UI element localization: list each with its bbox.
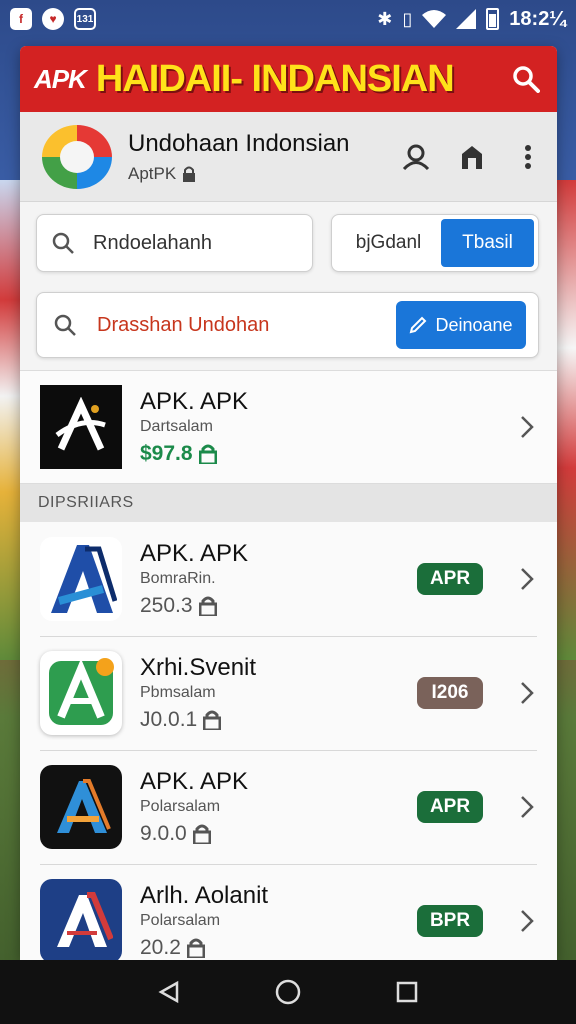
vibrate-icon: ▯ [402,8,413,29]
filter-action-label: Deinoane [435,314,513,335]
status-bar: f ♥ 131 ✱ ▯ 18:2¼ [0,0,576,38]
segment-left[interactable]: bjGdanl [336,232,441,254]
facebook-icon: f [10,8,32,30]
banner-title: HAIDAII- INDANSIAN [95,57,455,100]
notification-icon: ♥ [42,8,64,30]
app-icon [40,765,122,849]
header-subtitle-text: AptPK [128,163,177,183]
list-item[interactable]: APK. APK Polarsalam 9.0.0 APR [20,750,557,864]
featured-app-row[interactable]: APK. APK Dartsalam $97.8 [20,370,557,484]
calendar-badge: 131 [76,13,94,25]
lock-icon [198,444,217,464]
app-developer: Polarsalam [140,798,221,815]
search-icon [52,232,74,254]
app-badge: APR [417,791,483,823]
app-logo [42,124,112,189]
banner-search-button[interactable] [509,62,543,96]
bluetooth-icon: ✱ [377,8,393,29]
filter-input-value: Drasshan Undohan [97,313,270,336]
signal-icon [456,9,477,29]
search-icon [513,66,540,93]
edit-icon [410,316,427,334]
app-price-value: 20.2 [140,936,181,959]
app-badge: BPR [417,905,483,937]
segment-right[interactable]: Tbasil [441,219,534,267]
battery-icon [486,8,500,30]
lock-icon [203,710,222,730]
app-header: Undohaan Indonsian AptPK [20,112,557,202]
calendar-icon: 131 [74,8,96,30]
lock-icon [198,596,217,616]
list-item[interactable]: Xrhi.Svenit Pbmsalam J0.0.1 I206 [20,636,557,750]
app-price: 20.2 [140,936,417,960]
app-price: 9.0.0 [140,822,417,846]
filter-input[interactable]: Drasshan Undohan Deinoane [36,292,539,358]
app-store-card: APK HAIDAII- INDANSIAN Undohaan Indonsia… [20,46,557,960]
home-icon[interactable] [273,977,303,1007]
app-price-value: $97.8 [140,442,193,465]
app-developer: Dartsalam [140,418,213,435]
chevron-right-icon[interactable] [517,679,537,707]
header-subtitle: AptPK [128,164,385,184]
chevron-right-icon[interactable] [517,793,537,821]
app-name: Xrhi.Svenit [140,654,257,681]
recents-icon[interactable] [392,977,422,1007]
app-name: APK. APK [140,540,249,567]
chevron-right-icon[interactable] [517,565,537,593]
segmented-control: bjGdanl Tbasil [331,214,539,272]
more-vertical-icon[interactable] [513,142,543,172]
list-item[interactable]: APK. APK BomraRin. 250.3 APR [20,522,557,636]
app-icon [40,651,122,735]
app-icon [40,537,122,621]
lock-icon [183,166,196,182]
search-input-value: Rndoelahanh [93,231,212,254]
system-nav-bar [0,960,576,1024]
featured-app-icon [40,385,122,469]
filter-action-button[interactable]: Deinoane [396,301,526,349]
status-time: 18:2¼ [509,7,566,30]
app-price: 250.3 [140,594,417,618]
app-name: Arlh. Aolanit [140,882,269,909]
app-price: J0.0.1 [140,708,417,732]
background-decoration-right [554,180,576,660]
list-item[interactable]: Arlh. Aolanit Polarsalam 20.2 BPR [20,864,557,960]
app-developer: Polarsalam [140,912,221,929]
app-developer: BomraRin. [140,570,216,587]
section-header: DIPSRIIARS [20,484,557,522]
app-name: APK. APK [140,388,249,415]
app-badge: I206 [417,677,483,709]
app-name: APK. APK [140,768,249,795]
app-badge: APR [417,563,483,595]
banner-apk-label: APK [34,63,87,94]
chevron-right-icon[interactable] [517,907,537,935]
app-price: $97.8 [140,442,517,466]
app-price-value: 250.3 [140,594,193,617]
app-icon [40,879,122,960]
app-price-value: 9.0.0 [140,822,187,845]
back-icon[interactable] [154,977,184,1007]
promo-banner: APK HAIDAII- INDANSIAN [20,46,557,112]
chevron-right-icon[interactable] [517,413,537,441]
search-input[interactable]: Rndoelahanh [36,214,313,272]
lock-icon [192,824,211,844]
user-icon[interactable] [401,142,431,172]
app-price-value: J0.0.1 [140,708,198,731]
wifi-icon [422,10,447,28]
lock-icon [186,938,205,958]
header-title: Undohaan Indonsian [128,129,350,157]
store-icon[interactable] [457,142,487,172]
app-developer: Pbmsalam [140,684,216,701]
search-icon [54,314,76,336]
